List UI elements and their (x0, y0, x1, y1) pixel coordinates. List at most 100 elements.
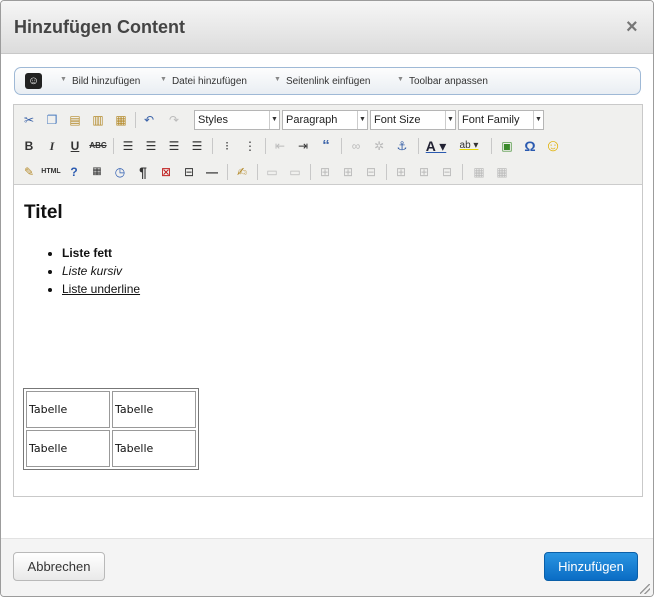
table-cell: Tabelle (26, 430, 110, 467)
paste-text-icon[interactable]: ▥ (88, 110, 108, 130)
styles-select[interactable]: Styles ▼ (194, 110, 280, 130)
outdent-icon[interactable]: ⇤ (270, 136, 290, 156)
highlight-color-icon[interactable]: ab ▾ (454, 136, 484, 156)
unlink-icon[interactable]: ✲ (369, 136, 389, 156)
blockquote-icon[interactable]: “ (316, 136, 336, 156)
dialog-titlebar: Hinzufügen Content × (1, 1, 653, 54)
plugin-toolbar: ☺ ▼ Bild hinzufügen ▼ Datei hinzufügen ▼ Se… (14, 67, 641, 95)
image-icon[interactable]: ▣ (497, 136, 517, 156)
font-family-select[interactable]: Font Family ▼ (458, 110, 544, 130)
add-image-button[interactable]: ▼ Bild hinzufügen (60, 76, 140, 87)
list-item: Liste fett (62, 244, 140, 262)
toolbar-separator (418, 138, 419, 154)
align-right-icon[interactable]: ☰ (164, 136, 184, 156)
emoticon-icon[interactable]: ☺ (543, 136, 563, 156)
anchor-icon[interactable]: ⚓ (392, 136, 412, 156)
redo-icon[interactable]: ↷ (164, 110, 184, 130)
table-row-props-icon[interactable]: ▭ (262, 162, 282, 182)
special-char-icon[interactable]: Ω (520, 136, 540, 156)
help-icon[interactable]: ? (64, 162, 84, 182)
toolbar-separator (462, 164, 463, 180)
copy-icon[interactable]: ❐ (42, 110, 62, 130)
add-file-button[interactable]: ▼ Datei hinzufügen (160, 76, 247, 87)
toolbar-separator (257, 164, 258, 180)
toolbar-separator (113, 138, 114, 154)
paste-word-icon[interactable]: ▦ (111, 110, 131, 130)
strikethrough-icon[interactable]: ABC (88, 136, 108, 156)
add-button[interactable]: Hinzufügen (544, 552, 638, 581)
customize-toolbar-label: Toolbar anpassen (408, 76, 488, 87)
table-cell: Tabelle (112, 391, 196, 428)
font-size-select-value: Font Size (374, 114, 421, 126)
toolbar-separator (310, 164, 311, 180)
content-heading: Titel (24, 202, 63, 223)
cms-logo-icon: ☺ (25, 73, 42, 89)
editor-content-area[interactable]: Titel Liste fett Liste kursiv Liste unde… (14, 186, 642, 496)
format-select[interactable]: Paragraph ▼ (282, 110, 368, 130)
cancel-button[interactable]: Abbrechen (13, 552, 105, 581)
customize-toolbar-button[interactable]: ▼ Toolbar anpassen (397, 76, 488, 87)
table-row: Tabelle Tabelle (26, 430, 196, 467)
remove-format-icon[interactable]: ⊠ (156, 162, 176, 182)
paste-icon[interactable]: ▤ (65, 110, 85, 130)
split-cells-icon[interactable]: ▦ (469, 162, 489, 182)
insert-row-after-icon[interactable]: ⊞ (338, 162, 358, 182)
underline-icon[interactable]: U (65, 136, 85, 156)
toolbar-separator (212, 138, 213, 154)
undo-icon[interactable]: ↶ (139, 110, 159, 130)
delete-col-icon[interactable]: ⊟ (437, 162, 457, 182)
insert-time-icon[interactable]: ◷ (110, 162, 130, 182)
toolbar-separator (227, 164, 228, 180)
clean-icon[interactable]: ✎ (19, 162, 39, 182)
indent-icon[interactable]: ⇥ (293, 136, 313, 156)
table-row: Tabelle Tabelle (26, 391, 196, 428)
chevron-down-icon: ▼ (357, 111, 367, 129)
add-image-label: Bild hinzufügen (71, 76, 141, 87)
toolbar-separator (491, 138, 492, 154)
chevron-down-icon: ▼ (60, 76, 67, 83)
bullet-list-icon[interactable]: ⁝ (217, 136, 237, 156)
show-blocks-icon[interactable]: ¶ (133, 162, 153, 182)
content-table: Tabelle Tabelle Tabelle Tabelle (23, 388, 199, 470)
text-color-icon[interactable]: A ▾ (422, 136, 450, 156)
insert-row-before-icon[interactable]: ⊞ (315, 162, 335, 182)
insert-date-icon[interactable]: ▦ (87, 162, 107, 182)
dialog-footer: Abbrechen Hinzufügen (1, 538, 653, 596)
dialog-title: Hinzufügen Content (14, 17, 185, 37)
bold-icon[interactable]: B (19, 136, 39, 156)
table-cell-props-icon[interactable]: ▭ (285, 162, 305, 182)
page-break-icon[interactable]: ⊟ (179, 162, 199, 182)
link-icon[interactable]: ∞ (346, 136, 366, 156)
toolbar-separator (386, 164, 387, 180)
html-icon[interactable]: HTML (40, 162, 62, 182)
resize-grip-icon[interactable] (640, 584, 650, 594)
italic-icon[interactable]: I (42, 136, 62, 156)
close-icon[interactable]: × (626, 17, 640, 37)
align-center-icon[interactable]: ☰ (141, 136, 161, 156)
styles-select-value: Styles (198, 114, 228, 126)
toolbar-separator (265, 138, 266, 154)
align-left-icon[interactable]: ☰ (118, 136, 138, 156)
font-size-select[interactable]: Font Size ▼ (370, 110, 456, 130)
delete-row-icon[interactable]: ⊟ (361, 162, 381, 182)
list-item: Liste kursiv (62, 262, 140, 280)
table-cell: Tabelle (26, 391, 110, 428)
chevron-down-icon: ▼ (274, 76, 281, 83)
insert-col-after-icon[interactable]: ⊞ (414, 162, 434, 182)
chevron-down-icon: ▼ (533, 111, 543, 129)
insert-col-before-icon[interactable]: ⊞ (391, 162, 411, 182)
horizontal-rule-icon[interactable]: — (202, 162, 222, 182)
numbered-list-icon[interactable]: ⋮ (240, 136, 260, 156)
font-family-select-value: Font Family (462, 114, 520, 126)
edit-icon[interactable]: ✍ (232, 162, 252, 182)
align-justify-icon[interactable]: ☰ (187, 136, 207, 156)
insert-page-link-button[interactable]: ▼ Seitenlink einfügen (274, 76, 370, 87)
editor-toolbar: ✂ ❐ ▤ ▥ ▦ ↶ ↷ Styles ▼ Paragraph ▼ Font Si… (14, 105, 642, 185)
chevron-down-icon: ▼ (160, 76, 167, 83)
content-list: Liste fett Liste kursiv Liste underline (62, 244, 140, 298)
merge-cells-icon[interactable]: ▦ (492, 162, 512, 182)
editor-toolbar-row-3: ✎ HTML ? ▦ ◷ ¶ ⊠ ⊟ — ✍ ▭ ▭ ⊞ ⊞ ⊟ ⊞ ⊞ ⊟ ▦… (14, 159, 642, 183)
toolbar-separator (341, 138, 342, 154)
editor-toolbar-row-1: ✂ ❐ ▤ ▥ ▦ ↶ ↷ Styles ▼ Paragraph ▼ Font Si… (14, 107, 642, 131)
cut-icon[interactable]: ✂ (19, 110, 39, 130)
